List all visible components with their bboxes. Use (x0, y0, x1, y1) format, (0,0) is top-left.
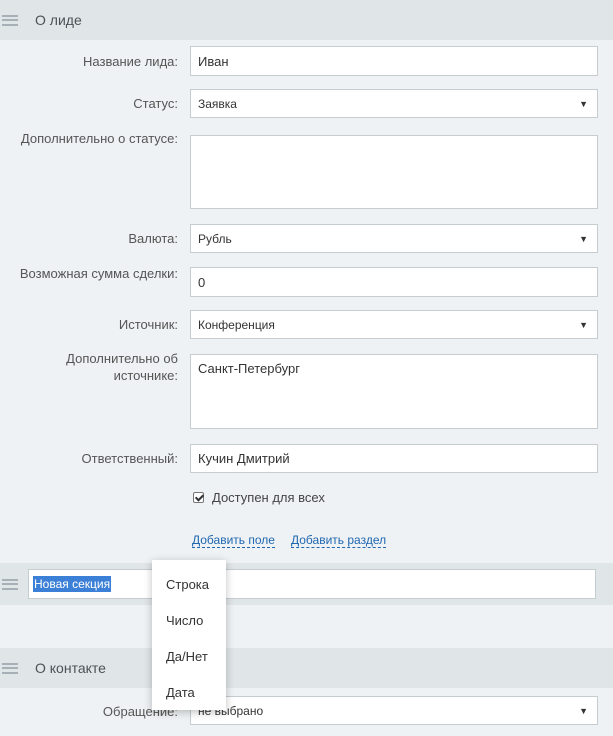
chevron-down-icon: ▼ (579, 705, 588, 716)
add-section-link[interactable]: Добавить раздел (291, 533, 387, 548)
address-select[interactable]: не выбрано ▼ (190, 696, 598, 725)
status-value: Заявка (198, 96, 237, 111)
chevron-down-icon: ▼ (579, 233, 588, 244)
source-label: Источник: (118, 317, 178, 332)
source-extra-textarea[interactable]: Санкт-Петербург (190, 354, 598, 429)
deal-sum-value: 0 (198, 274, 206, 290)
section-title: О лиде (35, 12, 82, 28)
currency-select[interactable]: Рубль ▼ (190, 224, 598, 253)
lead-editor: О лиде Название лида: Иван Статус: Заявк… (0, 0, 613, 736)
deal-sum-label: Возможная сумма сделки: (19, 266, 178, 281)
new-section-value: Новая секция (33, 576, 112, 592)
status-extra-label: Дополнительно о статусе: (20, 131, 178, 146)
status-extra-textarea[interactable] (190, 135, 598, 209)
available-all-row[interactable]: Доступен для всех (193, 490, 325, 505)
drag-handle-icon[interactable] (2, 14, 18, 26)
popup-item-date[interactable]: Дата (152, 674, 226, 710)
currency-value: Рубль (198, 231, 232, 246)
available-all-label: Доступен для всех (212, 490, 325, 505)
responsible-label: Ответственный: (81, 451, 178, 466)
popup-item-string[interactable]: Строка (152, 566, 226, 602)
status-select[interactable]: Заявка ▼ (190, 89, 598, 118)
add-field-popup: Строка Число Да/Нет Дата (152, 560, 226, 710)
status-label: Статус: (133, 96, 178, 111)
drag-handle-icon[interactable] (2, 662, 18, 674)
responsible-input[interactable]: Кучин Дмитрий (190, 444, 598, 473)
lead-name-input[interactable]: Иван (190, 46, 598, 76)
currency-label: Валюта: (128, 231, 178, 246)
popup-item-yes-no[interactable]: Да/Нет (152, 638, 226, 674)
drag-handle-icon[interactable] (2, 578, 18, 590)
section-header-lead: О лиде (0, 0, 613, 40)
available-all-checkbox[interactable] (193, 492, 204, 503)
deal-sum-input[interactable]: 0 (190, 267, 598, 297)
source-extra-value: Санкт-Петербург (198, 361, 300, 376)
responsible-value: Кучин Дмитрий (198, 451, 290, 466)
lead-name-label: Название лида: (83, 54, 178, 69)
new-section-row: Новая секция (0, 563, 613, 605)
source-extra-label: Дополнительно об источнике: (66, 351, 178, 383)
section-title: О контакте (35, 660, 106, 676)
new-section-input[interactable]: Новая секция (28, 569, 596, 599)
add-field-link[interactable]: Добавить поле (192, 533, 275, 548)
section-header-contact: О контакте (0, 648, 613, 688)
source-value: Конференция (198, 317, 275, 332)
chevron-down-icon: ▼ (579, 98, 588, 109)
lead-name-value: Иван (198, 53, 229, 69)
popup-item-number[interactable]: Число (152, 602, 226, 638)
chevron-down-icon: ▼ (579, 319, 588, 330)
source-select[interactable]: Конференция ▼ (190, 310, 598, 339)
